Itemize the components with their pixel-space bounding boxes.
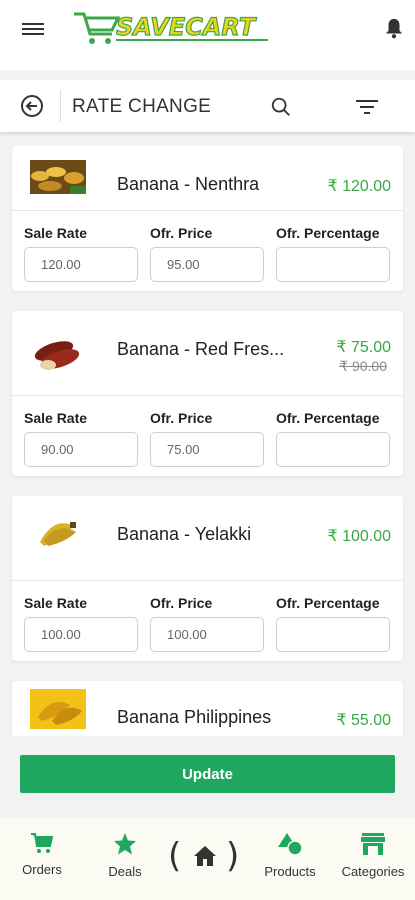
nav-label: Categories	[341, 864, 405, 879]
product-card: Banana - Nenthra ₹ 120.00 Sale Rate Ofr.…	[12, 146, 403, 291]
product-image	[40, 522, 76, 546]
rate-fields: Sale Rate Ofr. Price Ofr. Percentage	[12, 581, 403, 661]
sale-rate-label: Sale Rate	[24, 410, 88, 426]
product-name: Banana - Nenthra	[117, 174, 260, 194]
nav-label: Orders	[22, 862, 62, 877]
product-card-header: Banana - Nenthra ₹ 120.00	[12, 146, 403, 211]
product-price: ₹ 75.00	[336, 339, 391, 356]
nav-products[interactable]: Products	[250, 832, 330, 879]
product-card: Banana Philippines ₹ 55.00	[12, 681, 403, 736]
product-price: ₹ 100.00	[327, 528, 391, 545]
nav-label: Products	[264, 864, 316, 879]
nav-deals[interactable]: Deals	[85, 832, 165, 879]
offer-price-label: Ofr. Price	[150, 410, 213, 426]
nav-orders[interactable]: Orders	[2, 832, 82, 877]
product-card-header: Banana - Red Fres... ₹ 75.00 ₹ 90.00	[12, 311, 403, 396]
home-icon	[194, 846, 216, 866]
shapes-icon	[278, 833, 303, 856]
offer-percentage-label: Ofr. Percentage	[276, 225, 380, 241]
product-price: ₹ 55.00	[336, 712, 391, 729]
sale-rate-label: Sale Rate	[24, 595, 88, 611]
product-name: Banana Philippines	[117, 707, 272, 727]
product-card: Banana - Red Fres... ₹ 75.00 ₹ 90.00 Sal…	[12, 311, 403, 476]
rate-change-header: RATE CHANGE	[0, 80, 415, 132]
update-button[interactable]: Update	[20, 755, 395, 793]
product-list[interactable]: Banana - Nenthra ₹ 120.00 Sale Rate Ofr.…	[0, 146, 415, 736]
sale-rate-input[interactable]	[24, 617, 138, 652]
sale-rate-input[interactable]	[24, 432, 138, 467]
search-icon[interactable]	[270, 96, 292, 118]
product-name: Banana - Red Fres...	[117, 339, 285, 359]
divider	[60, 90, 61, 122]
offer-percentage-input[interactable]	[276, 432, 390, 467]
cart-icon	[31, 833, 54, 853]
star-icon	[114, 833, 136, 855]
offer-percentage-label: Ofr. Percentage	[276, 595, 380, 611]
product-card-header: Banana Philippines ₹ 55.00	[12, 681, 403, 736]
offer-price-input[interactable]	[150, 432, 264, 467]
offer-price-label: Ofr. Price	[150, 595, 213, 611]
product-name: Banana - Yelakki	[117, 524, 252, 544]
product-image	[30, 689, 86, 729]
product-price: ₹ 120.00	[327, 178, 391, 195]
hamburger-menu-icon[interactable]	[22, 20, 44, 38]
paren-right: )	[226, 836, 240, 876]
product-card: Banana - Yelakki ₹ 100.00 Sale Rate Ofr.…	[12, 496, 403, 661]
offer-percentage-input[interactable]	[276, 247, 390, 282]
sale-rate-label: Sale Rate	[24, 225, 88, 241]
nav-home[interactable]: ( )	[168, 836, 244, 876]
sale-rate-input[interactable]	[24, 247, 138, 282]
svg-text:SAVECART: SAVECART	[116, 13, 257, 41]
bottom-navigation: Orders Deals ( ) Products Categories	[0, 818, 415, 900]
offer-price-input[interactable]	[150, 247, 264, 282]
nav-label: Deals	[108, 864, 142, 879]
store-icon	[361, 833, 385, 855]
offer-price-label: Ofr. Price	[150, 225, 213, 241]
paren-left: (	[168, 836, 182, 876]
offer-percentage-input[interactable]	[276, 617, 390, 652]
savecart-logo: SAVECART	[74, 12, 268, 44]
app-bar: SAVECART	[0, 0, 415, 70]
product-image	[30, 160, 86, 194]
product-image	[34, 341, 80, 370]
product-card-header: Banana - Yelakki ₹ 100.00	[12, 496, 403, 581]
nav-categories[interactable]: Categories	[333, 832, 413, 879]
back-arrow-icon[interactable]	[20, 94, 44, 118]
product-old-price: ₹ 90.00	[339, 358, 387, 374]
notification-bell-icon[interactable]	[383, 16, 405, 40]
rate-fields: Sale Rate Ofr. Price Ofr. Percentage	[12, 211, 403, 291]
page-title: RATE CHANGE	[72, 96, 212, 117]
filter-icon[interactable]	[355, 98, 379, 116]
offer-price-input[interactable]	[150, 617, 264, 652]
rate-fields: Sale Rate Ofr. Price Ofr. Percentage	[12, 396, 403, 476]
offer-percentage-label: Ofr. Percentage	[276, 410, 380, 426]
